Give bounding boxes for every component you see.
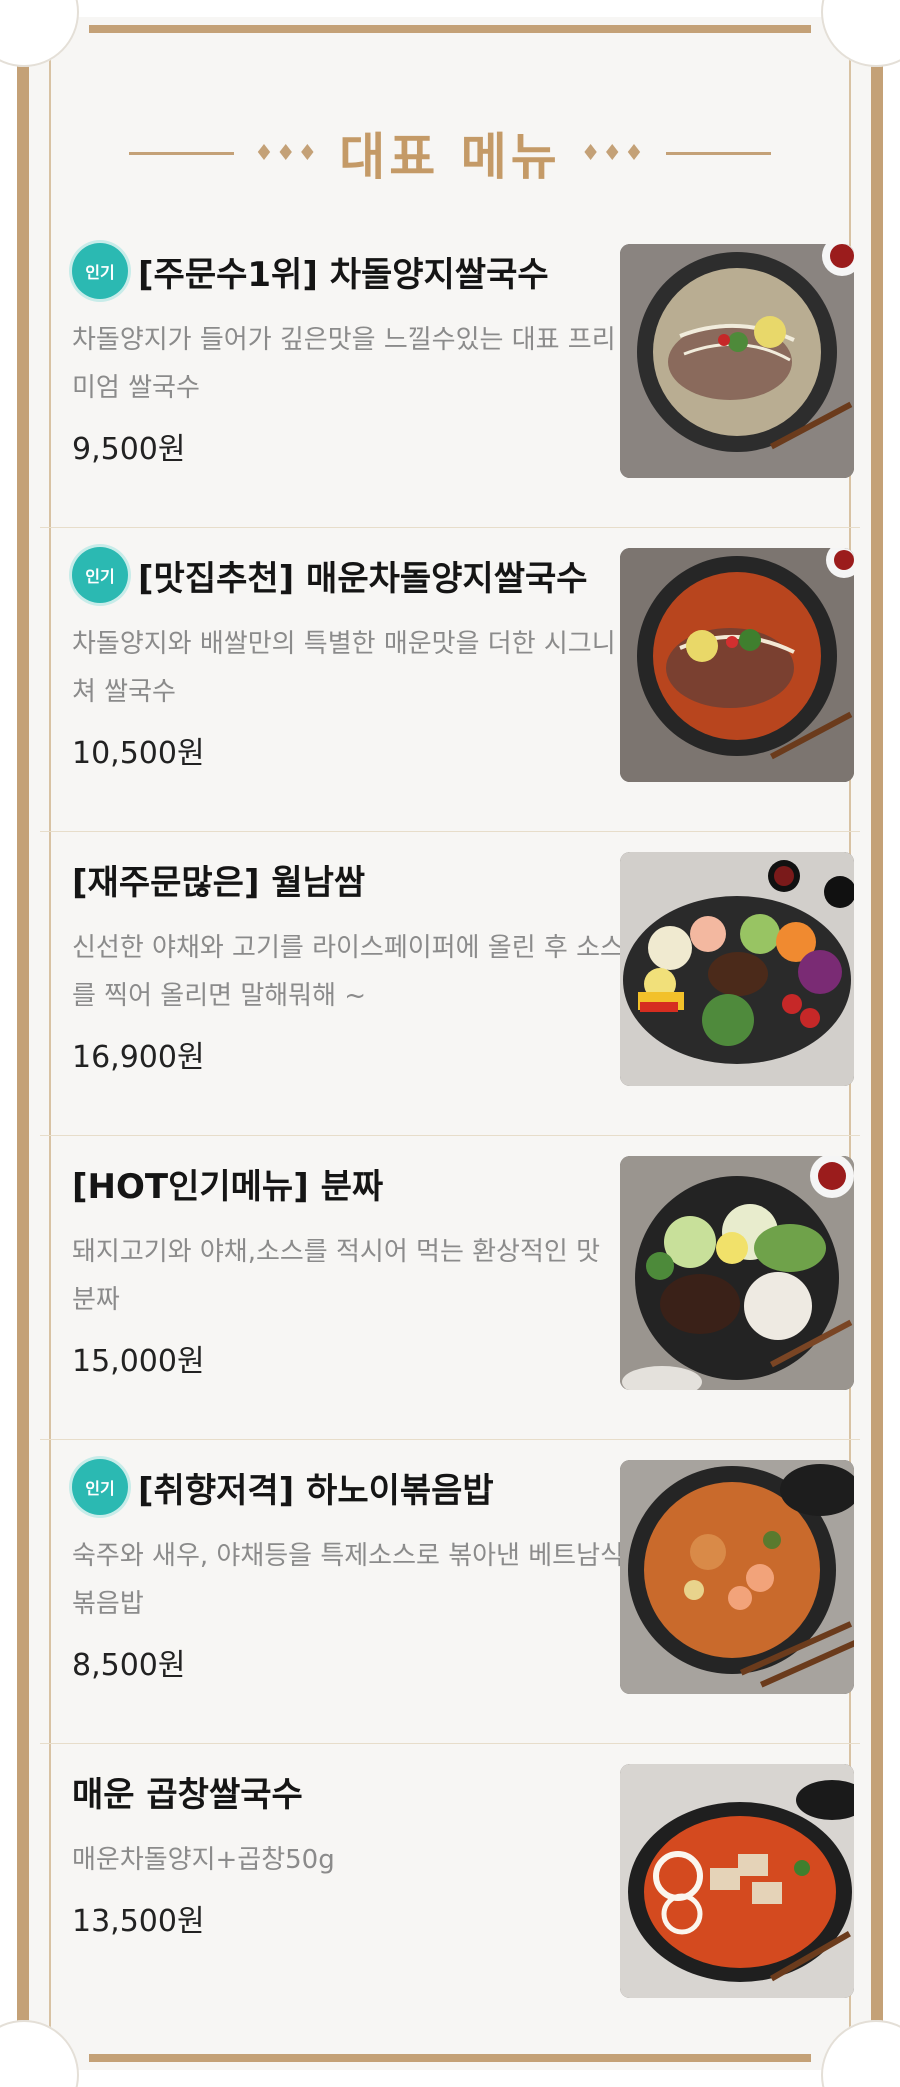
menu-item-photo[interactable] xyxy=(620,1460,854,1694)
menu-item-name[interactable]: [취향저격] 하노이볶음밥 xyxy=(138,1463,494,1512)
diamond-ornament-icon: ♦♦♦ xyxy=(580,140,646,166)
menu-item-price: 9,500원 xyxy=(72,432,186,467)
menu-item-name[interactable]: 매운 곱창쌀국수 xyxy=(72,1767,303,1816)
menu-item-text: [HOT인기메뉴] 분짜 돼지고기와 야채,소스를 적시어 먹는 환상적인 맛 … xyxy=(72,1154,627,1380)
fried-rice-image xyxy=(620,1460,854,1694)
menu-item-photo[interactable] xyxy=(620,244,854,478)
menu-item-text: 매운 곱창쌀국수 매운차돌양지+곱창50g 13,500원 xyxy=(72,1762,627,1940)
popular-badge: 인기 xyxy=(72,1459,128,1515)
section-title: 대표 메뉴 xyxy=(339,128,561,186)
header-line-right xyxy=(665,151,771,155)
menu-item-price: 10,500원 xyxy=(72,736,205,771)
menu-item-price: 16,900원 xyxy=(72,1040,205,1075)
header-line-left xyxy=(129,151,235,155)
menu-item-name[interactable]: [HOT인기메뉴] 분짜 xyxy=(72,1159,383,1208)
menu-item-description: 차돌양지와 배쌀만의 특별한 매운맛을 더한 시그니쳐 쌀국수 xyxy=(72,629,616,707)
menu-item-name-row: 인기 [맛집추천] 매운차돌양지쌀국수 xyxy=(72,546,627,604)
menu-item-photo[interactable] xyxy=(620,1764,854,1998)
menu-item-name-row: [HOT인기메뉴] 분짜 xyxy=(72,1154,627,1212)
menu-item-description: 신선한 야채와 고기를 라이스페이퍼에 올린 후 소스를 찍어 올리면 말해뭐해… xyxy=(72,933,624,1011)
menu-item-description: 숙주와 새우, 야채등을 특제소스로 볶아낸 베트남식 볶음밥 xyxy=(72,1541,624,1619)
menu-item-name-row: 매운 곱창쌀국수 xyxy=(72,1762,627,1820)
popular-badge: 인기 xyxy=(72,547,128,603)
menu-item[interactable]: 매운 곱창쌀국수 매운차돌양지+곱창50g 13,500원 xyxy=(40,1744,860,2048)
menu-item[interactable]: 인기 [맛집추천] 매운차돌양지쌀국수 차돌양지와 배쌀만의 특별한 매운맛을 … xyxy=(40,528,860,832)
menu-item[interactable]: 인기 [취향저격] 하노이볶음밥 숙주와 새우, 야채등을 특제소스로 볶아낸 … xyxy=(40,1440,860,1744)
menu-item-photo[interactable] xyxy=(620,548,854,782)
menu-item-name-row: 인기 [취향저격] 하노이볶음밥 xyxy=(72,1458,627,1516)
popular-badge: 인기 xyxy=(72,243,128,299)
spicy-beef-pho-image xyxy=(620,548,854,782)
menu-item-photo[interactable] xyxy=(620,1156,854,1390)
rice-paper-platter-image xyxy=(620,852,854,1086)
menu-item-text: 인기 [주문수1위] 차돌양지쌀국수 차돌양지가 들어가 깊은맛을 느낄수있는 … xyxy=(72,242,627,468)
menu-item[interactable]: [재주문많은] 월남쌈 신선한 야채와 고기를 라이스페이퍼에 올린 후 소스를… xyxy=(40,832,860,1136)
menu-item-name-row: 인기 [주문수1위] 차돌양지쌀국수 xyxy=(72,242,627,300)
menu-item-text: 인기 [취향저격] 하노이볶음밥 숙주와 새우, 야채등을 특제소스로 볶아낸 … xyxy=(72,1458,627,1684)
menu-item[interactable]: 인기 [주문수1위] 차돌양지쌀국수 차돌양지가 들어가 깊은맛을 느낄수있는 … xyxy=(40,224,860,528)
bun-cha-image xyxy=(620,1156,854,1390)
menu-item-photo[interactable] xyxy=(620,852,854,1086)
menu-item-description: 매운차돌양지+곱창50g xyxy=(72,1845,335,1875)
menu-item-name[interactable]: [맛집추천] 매운차돌양지쌀국수 xyxy=(138,551,588,600)
menu-list: 인기 [주문수1위] 차돌양지쌀국수 차돌양지가 들어가 깊은맛을 느낄수있는 … xyxy=(40,224,860,2048)
menu-item[interactable]: [HOT인기메뉴] 분짜 돼지고기와 야채,소스를 적시어 먹는 환상적인 맛 … xyxy=(40,1136,860,1440)
gopchang-pho-image xyxy=(620,1764,854,1998)
menu-item-price: 8,500원 xyxy=(72,1648,186,1683)
menu-item-text: [재주문많은] 월남쌈 신선한 야채와 고기를 라이스페이퍼에 올린 후 소스를… xyxy=(72,850,627,1076)
menu-item-description: 돼지고기와 야채,소스를 적시어 먹는 환상적인 맛 분짜 xyxy=(72,1237,600,1315)
menu-item-name[interactable]: [재주문많은] 월남쌈 xyxy=(72,855,365,904)
section-header: ♦♦♦ 대표 메뉴 ♦♦♦ xyxy=(0,118,900,188)
menu-item-text: 인기 [맛집추천] 매운차돌양지쌀국수 차돌양지와 배쌀만의 특별한 매운맛을 … xyxy=(72,546,627,772)
menu-item-price: 13,500원 xyxy=(72,1904,205,1939)
menu-item-name[interactable]: [주문수1위] 차돌양지쌀국수 xyxy=(138,247,549,296)
diamond-ornament-icon: ♦♦♦ xyxy=(254,140,320,166)
menu-item-price: 15,000원 xyxy=(72,1344,205,1379)
menu-item-name-row: [재주문많은] 월남쌈 xyxy=(72,850,627,908)
menu-item-description: 차돌양지가 들어가 깊은맛을 느낄수있는 대표 프리미엄 쌀국수 xyxy=(72,325,616,403)
clear-beef-pho-image xyxy=(620,244,854,478)
